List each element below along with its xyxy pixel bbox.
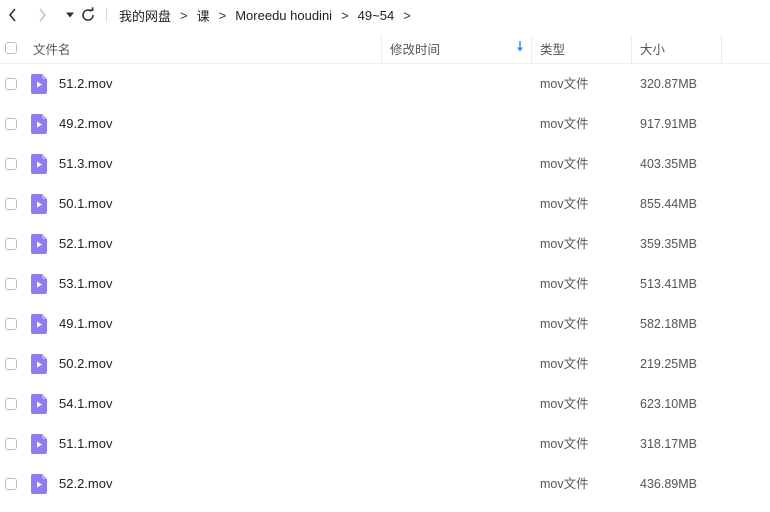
file-row[interactable]: 51.1.mov mov文件 318.17MB xyxy=(0,424,770,464)
file-type: mov文件 xyxy=(540,437,589,451)
file-row[interactable]: 54.1.mov mov文件 623.10MB xyxy=(0,384,770,424)
file-row[interactable]: 49.2.mov mov文件 917.91MB xyxy=(0,104,770,144)
row-checkbox[interactable] xyxy=(5,78,17,90)
column-header-modified[interactable]: 修改时间 xyxy=(390,33,440,63)
column-header-size[interactable]: 大小 xyxy=(640,33,665,63)
file-type: mov文件 xyxy=(540,157,589,171)
row-checkbox[interactable] xyxy=(5,398,17,410)
file-size: 318.17MB xyxy=(640,437,697,451)
file-type: mov文件 xyxy=(540,317,589,331)
breadcrumb: 我的网盘 > 课 > Moreedu houdini > 49~54 > xyxy=(119,0,420,30)
file-row[interactable]: 50.1.mov mov文件 855.44MB xyxy=(0,184,770,224)
column-header-name[interactable]: 文件名 xyxy=(33,33,71,63)
toolbar-divider xyxy=(106,8,107,22)
breadcrumb-item-current[interactable]: 49~54 xyxy=(358,8,395,23)
file-type: mov文件 xyxy=(540,117,589,131)
chevron-right-icon[interactable] xyxy=(32,5,52,25)
video-file-icon xyxy=(31,394,47,414)
breadcrumb-item-course[interactable]: 课 xyxy=(197,6,210,25)
file-type: mov文件 xyxy=(540,77,589,91)
video-file-icon xyxy=(31,234,47,254)
file-row[interactable]: 51.3.mov mov文件 403.35MB xyxy=(0,144,770,184)
column-divider xyxy=(721,35,722,63)
file-name[interactable]: 51.2.mov xyxy=(59,64,112,104)
file-type: mov文件 xyxy=(540,477,589,491)
chevron-left-icon[interactable] xyxy=(3,5,23,25)
row-checkbox[interactable] xyxy=(5,318,17,330)
select-all-checkbox[interactable] xyxy=(5,33,17,63)
file-row[interactable]: 52.2.mov mov文件 436.89MB xyxy=(0,464,770,504)
file-name[interactable]: 53.1.mov xyxy=(59,264,112,304)
file-row[interactable]: 53.1.mov mov文件 513.41MB xyxy=(0,264,770,304)
video-file-icon xyxy=(31,474,47,494)
column-divider xyxy=(531,35,532,63)
video-file-icon xyxy=(31,114,47,134)
video-file-icon xyxy=(31,274,47,294)
caret-down-icon[interactable] xyxy=(60,5,80,25)
row-checkbox[interactable] xyxy=(5,238,17,250)
breadcrumb-separator: > xyxy=(403,7,411,23)
file-row[interactable]: 50.2.mov mov文件 219.25MB xyxy=(0,344,770,384)
toolbar: 我的网盘 > 课 > Moreedu houdini > 49~54 > xyxy=(0,0,770,30)
file-type: mov文件 xyxy=(540,197,589,211)
column-divider xyxy=(381,35,382,63)
video-file-icon xyxy=(31,194,47,214)
file-row[interactable]: 52.1.mov mov文件 359.35MB xyxy=(0,224,770,264)
file-name[interactable]: 49.2.mov xyxy=(59,104,112,144)
file-size: 855.44MB xyxy=(640,197,697,211)
file-size: 917.91MB xyxy=(640,117,697,131)
file-size: 436.89MB xyxy=(640,477,697,491)
column-divider xyxy=(631,35,632,63)
file-name[interactable]: 50.1.mov xyxy=(59,184,112,224)
file-size: 320.87MB xyxy=(640,77,697,91)
breadcrumb-item-root[interactable]: 我的网盘 xyxy=(119,6,171,25)
column-header-type[interactable]: 类型 xyxy=(540,33,565,63)
row-checkbox[interactable] xyxy=(5,278,17,290)
file-list-header: 文件名 修改时间 类型 大小 xyxy=(0,33,770,64)
file-size: 359.35MB xyxy=(640,237,697,251)
video-file-icon xyxy=(31,74,47,94)
file-size: 582.18MB xyxy=(640,317,697,331)
breadcrumb-separator: > xyxy=(341,7,349,23)
video-file-icon xyxy=(31,434,47,454)
breadcrumb-separator: > xyxy=(180,7,188,23)
file-type: mov文件 xyxy=(540,237,589,251)
breadcrumb-item-folder[interactable]: Moreedu houdini xyxy=(235,8,332,23)
file-row[interactable]: 49.1.mov mov文件 582.18MB xyxy=(0,304,770,344)
file-size: 403.35MB xyxy=(640,157,697,171)
file-name[interactable]: 50.2.mov xyxy=(59,344,112,384)
file-name[interactable]: 52.1.mov xyxy=(59,224,112,264)
row-checkbox[interactable] xyxy=(5,158,17,170)
file-row[interactable]: 51.2.mov mov文件 320.87MB xyxy=(0,64,770,104)
file-type: mov文件 xyxy=(540,357,589,371)
row-checkbox[interactable] xyxy=(5,118,17,130)
row-checkbox[interactable] xyxy=(5,438,17,450)
sort-down-icon[interactable] xyxy=(516,41,524,56)
row-checkbox[interactable] xyxy=(5,198,17,210)
video-file-icon xyxy=(31,154,47,174)
video-file-icon xyxy=(31,314,47,334)
file-name[interactable]: 54.1.mov xyxy=(59,384,112,424)
file-type: mov文件 xyxy=(540,397,589,411)
file-size: 623.10MB xyxy=(640,397,697,411)
file-type: mov文件 xyxy=(540,277,589,291)
row-checkbox[interactable] xyxy=(5,478,17,490)
file-size: 513.41MB xyxy=(640,277,697,291)
file-name[interactable]: 52.2.mov xyxy=(59,464,112,504)
file-size: 219.25MB xyxy=(640,357,697,371)
file-name[interactable]: 49.1.mov xyxy=(59,304,112,344)
refresh-icon[interactable] xyxy=(78,5,98,25)
file-name[interactable]: 51.3.mov xyxy=(59,144,112,184)
file-name[interactable]: 51.1.mov xyxy=(59,424,112,464)
breadcrumb-separator: > xyxy=(218,7,227,23)
row-checkbox[interactable] xyxy=(5,358,17,370)
video-file-icon xyxy=(31,354,47,374)
